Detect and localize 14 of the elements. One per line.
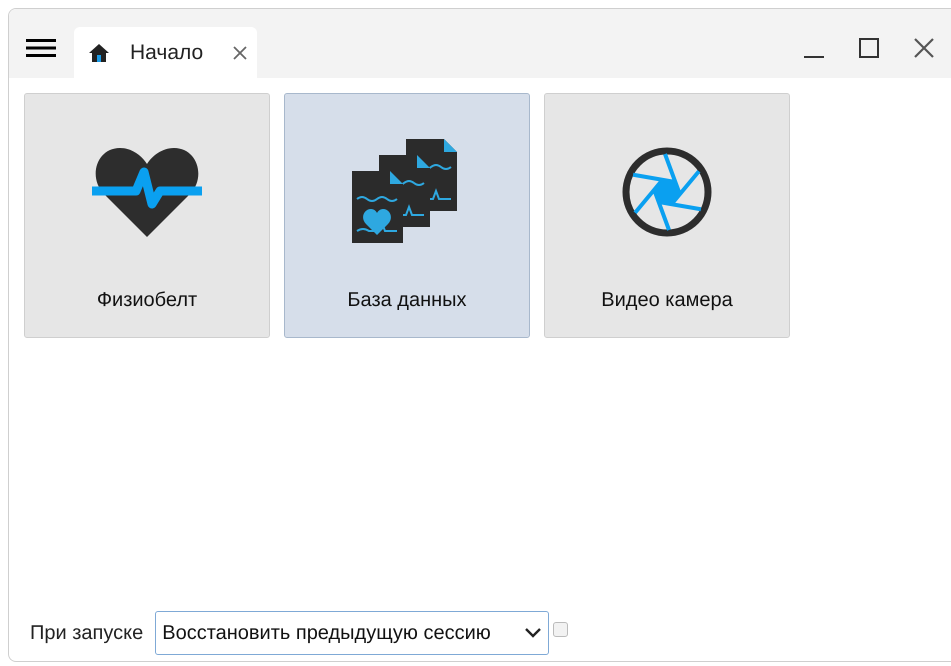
maximize-icon[interactable] [858, 37, 880, 59]
startup-label: При запуске [30, 622, 144, 644]
startup-select[interactable]: Восстановить предыдущую сессию [155, 611, 550, 655]
module-tile[interactable]: Видео камера [544, 93, 790, 338]
checkbox[interactable] [553, 622, 568, 636]
home-tab[interactable]: Начало [74, 27, 258, 78]
close-icon[interactable] [913, 37, 935, 59]
aperture-icon [621, 146, 713, 238]
close-tab-icon[interactable] [233, 46, 248, 60]
module-tile[interactable]: Физиобелт [24, 93, 270, 338]
chevron-down-icon [524, 627, 542, 639]
menu-icon[interactable] [26, 37, 56, 59]
home-icon [88, 42, 110, 62]
module-tile[interactable]: База данных [284, 93, 530, 338]
